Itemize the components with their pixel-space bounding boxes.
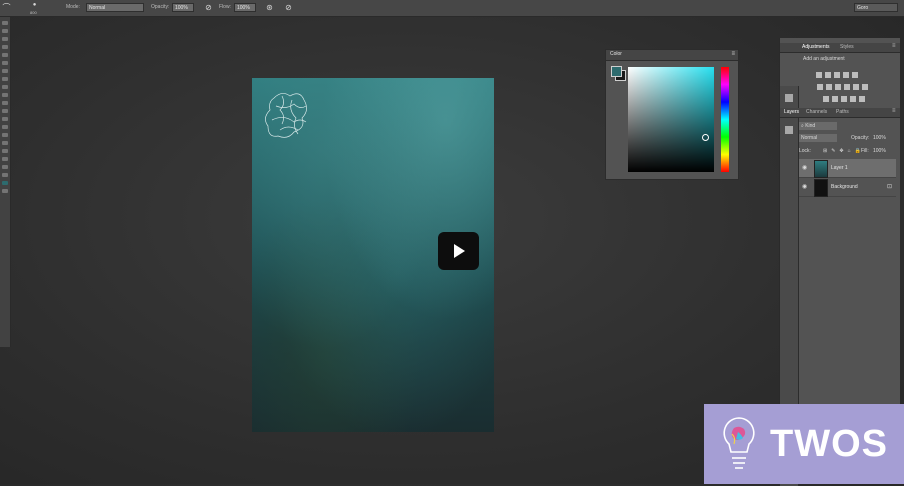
lock-icons[interactable]: ⊞✎✥⌂🔒 [823, 146, 865, 156]
layer-filter-row: ⌕ Kind [799, 121, 900, 131]
blend-mode-select[interactable]: Normal [799, 134, 837, 142]
mode-select[interactable]: Normal [86, 3, 144, 12]
brush-tool-icon[interactable]: ⌒ [2, 3, 11, 12]
lock-fill-row: Lock: ⊞✎✥⌂🔒 Fill: 100% [799, 146, 900, 156]
invert-icon[interactable] [822, 96, 829, 102]
blend-opacity-row: Normal Opacity: 100% [799, 133, 900, 143]
flow-label: Flow: [219, 4, 231, 10]
layer-opacity-field[interactable]: 100% [873, 133, 886, 143]
eye-icon[interactable]: ◉ [802, 183, 807, 190]
lasso-tool-icon[interactable] [2, 37, 8, 41]
layer-name: Layer 1 [831, 165, 848, 171]
tools-panel [0, 17, 11, 347]
eyedropper-tool-icon[interactable] [2, 61, 8, 65]
type-tool-icon[interactable] [2, 141, 8, 145]
selective-color-icon[interactable] [858, 96, 865, 102]
fill-label: Fill: [861, 148, 869, 154]
layer-name: Background [831, 184, 858, 190]
hand-tool-icon[interactable] [2, 165, 8, 169]
brush-tool-icon[interactable] [2, 77, 8, 81]
brush-panel-icon[interactable] [785, 126, 793, 134]
zoom-tool-icon[interactable] [2, 173, 8, 177]
history-icon[interactable] [785, 94, 793, 102]
video-play-button[interactable] [438, 232, 479, 270]
healing-tool-icon[interactable] [2, 69, 8, 73]
brush-size-value: 800 [30, 10, 37, 15]
posterize-icon[interactable] [831, 96, 838, 102]
search-icon: ⌕ [801, 123, 804, 129]
panel-menu-icon[interactable]: ≡ [731, 51, 735, 57]
eye-icon[interactable]: ◉ [802, 164, 807, 171]
opacity-field[interactable]: 100% [172, 3, 194, 12]
layer-row-background[interactable]: ◉ Background ⊡ [799, 178, 896, 197]
tab-adjustments[interactable]: Adjustments [802, 44, 830, 50]
layers-tabs: Layers Channels Paths ≡ [780, 108, 900, 118]
gradient-tool-icon[interactable] [2, 109, 8, 113]
play-icon [454, 244, 465, 258]
crop-tool-icon[interactable] [2, 53, 8, 57]
stamp-tool-icon[interactable] [2, 85, 8, 89]
lock-label: Lock: [799, 148, 811, 154]
workspace-select[interactable]: Goro [854, 3, 898, 12]
quick-select-tool-icon[interactable] [2, 45, 8, 49]
tab-channels[interactable]: Channels [806, 109, 827, 115]
eraser-tool-icon[interactable] [2, 101, 8, 105]
panel-menu-icon[interactable]: ≡ [892, 108, 896, 114]
shape-tool-icon[interactable] [2, 157, 8, 161]
hue-slider[interactable] [721, 67, 729, 172]
tab-styles[interactable]: Styles [840, 44, 854, 50]
layer-row-layer-1[interactable]: ◉ Layer 1 [799, 159, 896, 178]
blur-tool-icon[interactable] [2, 117, 8, 121]
dodge-tool-icon[interactable] [2, 125, 8, 129]
adjustment-icons-row-3 [821, 89, 901, 107]
lightbulb-logo-icon [723, 417, 755, 469]
pen-tool-icon[interactable] [2, 133, 8, 137]
quick-mask-icon[interactable] [2, 189, 8, 193]
history-brush-tool-icon[interactable] [2, 93, 8, 97]
layer-opacity-label: Opacity: [851, 135, 870, 141]
tab-layers[interactable]: Layers [784, 109, 799, 115]
pressure-size-icon[interactable]: ⊘ [284, 3, 293, 12]
path-select-tool-icon[interactable] [2, 149, 8, 153]
color-picker-field[interactable] [628, 67, 714, 172]
threshold-icon[interactable] [840, 96, 847, 102]
opacity-label: Opacity: [151, 4, 170, 10]
adjustments-tabs: Adjustments Styles ≡ [780, 43, 900, 53]
airbrush-icon[interactable]: ⊛ [265, 3, 274, 12]
foreground-color-swatch[interactable] [611, 66, 622, 77]
foreground-color-swatch[interactable] [2, 181, 8, 185]
tab-paths[interactable]: Paths [836, 109, 849, 115]
mode-label: Mode: [66, 4, 80, 10]
move-tool-icon[interactable] [2, 21, 8, 25]
color-picker-cursor[interactable] [702, 134, 709, 141]
color-panel-header: Color ≡ [606, 50, 738, 61]
flow-field[interactable]: 100% [234, 3, 256, 12]
adjustments-title: Add an adjustment [803, 56, 845, 62]
options-bar: ⌒ ● 800 Mode: Normal Opacity: 100% ⊘ Flo… [0, 0, 904, 17]
color-panel: Color ≡ [605, 49, 739, 180]
watermark-text: TWOS [770, 423, 888, 465]
layer-filter-kind[interactable]: ⌕ Kind [799, 122, 837, 130]
panel-menu-icon[interactable]: ≡ [892, 43, 896, 49]
twos-watermark: TWOS [704, 404, 904, 484]
lock-icon: ⊡ [886, 184, 892, 190]
fill-field[interactable]: 100% [873, 146, 886, 156]
brush-preset-icon[interactable]: ● [30, 1, 39, 10]
pressure-opacity-icon[interactable]: ⊘ [204, 3, 213, 12]
layer-thumbnail [814, 160, 828, 178]
tab-color[interactable]: Color [610, 51, 622, 57]
layer-thumbnail [814, 179, 828, 197]
gradient-map-icon[interactable] [849, 96, 856, 102]
marquee-tool-icon[interactable] [2, 29, 8, 33]
